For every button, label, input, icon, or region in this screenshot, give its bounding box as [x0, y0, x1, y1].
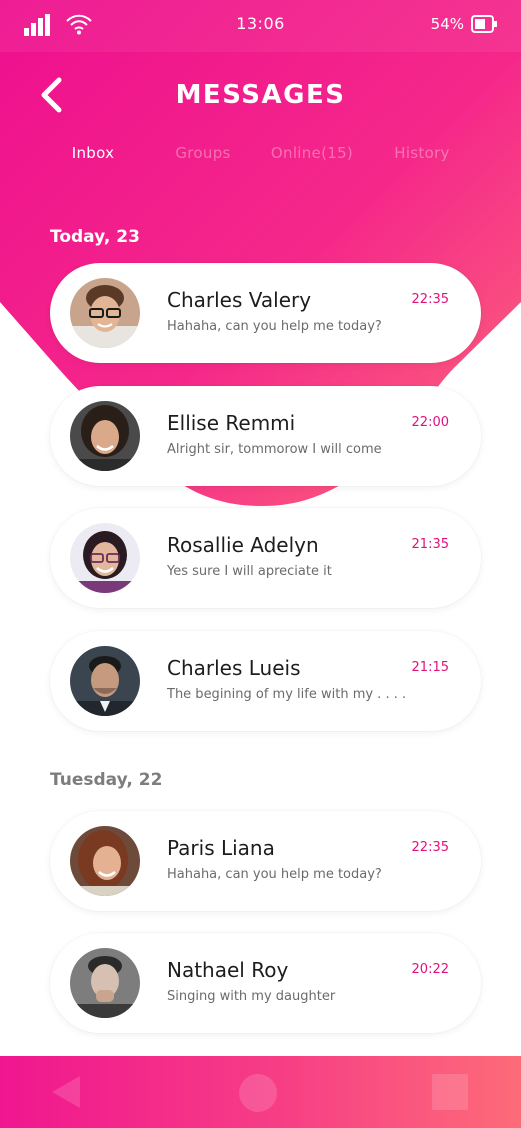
app-header: MESSAGES	[0, 52, 521, 142]
contact-name: Charles Valery	[167, 288, 312, 312]
message-preview: Singing with my daughter	[167, 989, 336, 1004]
home-circle-icon[interactable]	[239, 1074, 277, 1112]
recent-square-icon[interactable]	[432, 1074, 468, 1110]
message-time: 22:35	[411, 840, 449, 855]
system-nav-bar	[0, 1056, 521, 1128]
section-label-today: Today, 23	[50, 227, 140, 247]
contact-name: Rosallie Adelyn	[167, 533, 319, 557]
message-preview: Yes sure I will apreciate it	[167, 564, 332, 579]
conversation-card[interactable]: Charles Valery 22:35 Hahaha, can you hel…	[50, 263, 481, 363]
tab-online[interactable]: Online(15)	[271, 144, 353, 162]
message-preview: The begining of my life with my . . . .	[167, 687, 407, 702]
avatar	[70, 826, 140, 896]
battery-percentage: 54%	[430, 15, 464, 33]
message-time: 21:35	[411, 537, 449, 552]
conversation-card[interactable]: Nathael Roy 20:22 Singing with my daught…	[50, 933, 481, 1033]
conversation-card[interactable]: Charles Lueis 21:15 The begining of my l…	[50, 631, 481, 731]
conversation-card[interactable]: Rosallie Adelyn 21:35 Yes sure I will ap…	[50, 508, 481, 608]
section-label-tuesday: Tuesday, 22	[50, 770, 163, 790]
avatar	[70, 401, 140, 471]
conversation-card[interactable]: Ellise Remmi 22:00 Alright sir, tommorow…	[50, 386, 481, 486]
battery-icon	[471, 15, 497, 33]
tab-bar: Inbox Groups Online(15) History	[0, 144, 521, 170]
status-bar: 13:06 54%	[0, 0, 521, 52]
avatar	[70, 948, 140, 1018]
contact-name: Charles Lueis	[167, 656, 301, 680]
page-title: MESSAGES	[175, 80, 346, 110]
message-time: 22:00	[411, 415, 449, 430]
tab-history[interactable]: History	[394, 144, 449, 162]
tab-inbox[interactable]: Inbox	[72, 144, 115, 162]
contact-name: Nathael Roy	[167, 958, 289, 982]
back-triangle-icon[interactable]	[48, 1074, 84, 1110]
message-time: 22:35	[411, 292, 449, 307]
avatar	[70, 278, 140, 348]
message-preview: Alright sir, tommorow I will come	[167, 442, 382, 457]
contact-name: Ellise Remmi	[167, 411, 296, 435]
avatar	[70, 646, 140, 716]
contact-name: Paris Liana	[167, 836, 275, 860]
tab-groups[interactable]: Groups	[175, 144, 230, 162]
message-time: 20:22	[411, 962, 449, 977]
conversation-card[interactable]: Paris Liana 22:35 Hahaha, can you help m…	[50, 811, 481, 911]
message-time: 21:15	[411, 660, 449, 675]
message-preview: Hahaha, can you help me today?	[167, 867, 382, 882]
avatar	[70, 523, 140, 593]
message-preview: Hahaha, can you help me today?	[167, 319, 382, 334]
